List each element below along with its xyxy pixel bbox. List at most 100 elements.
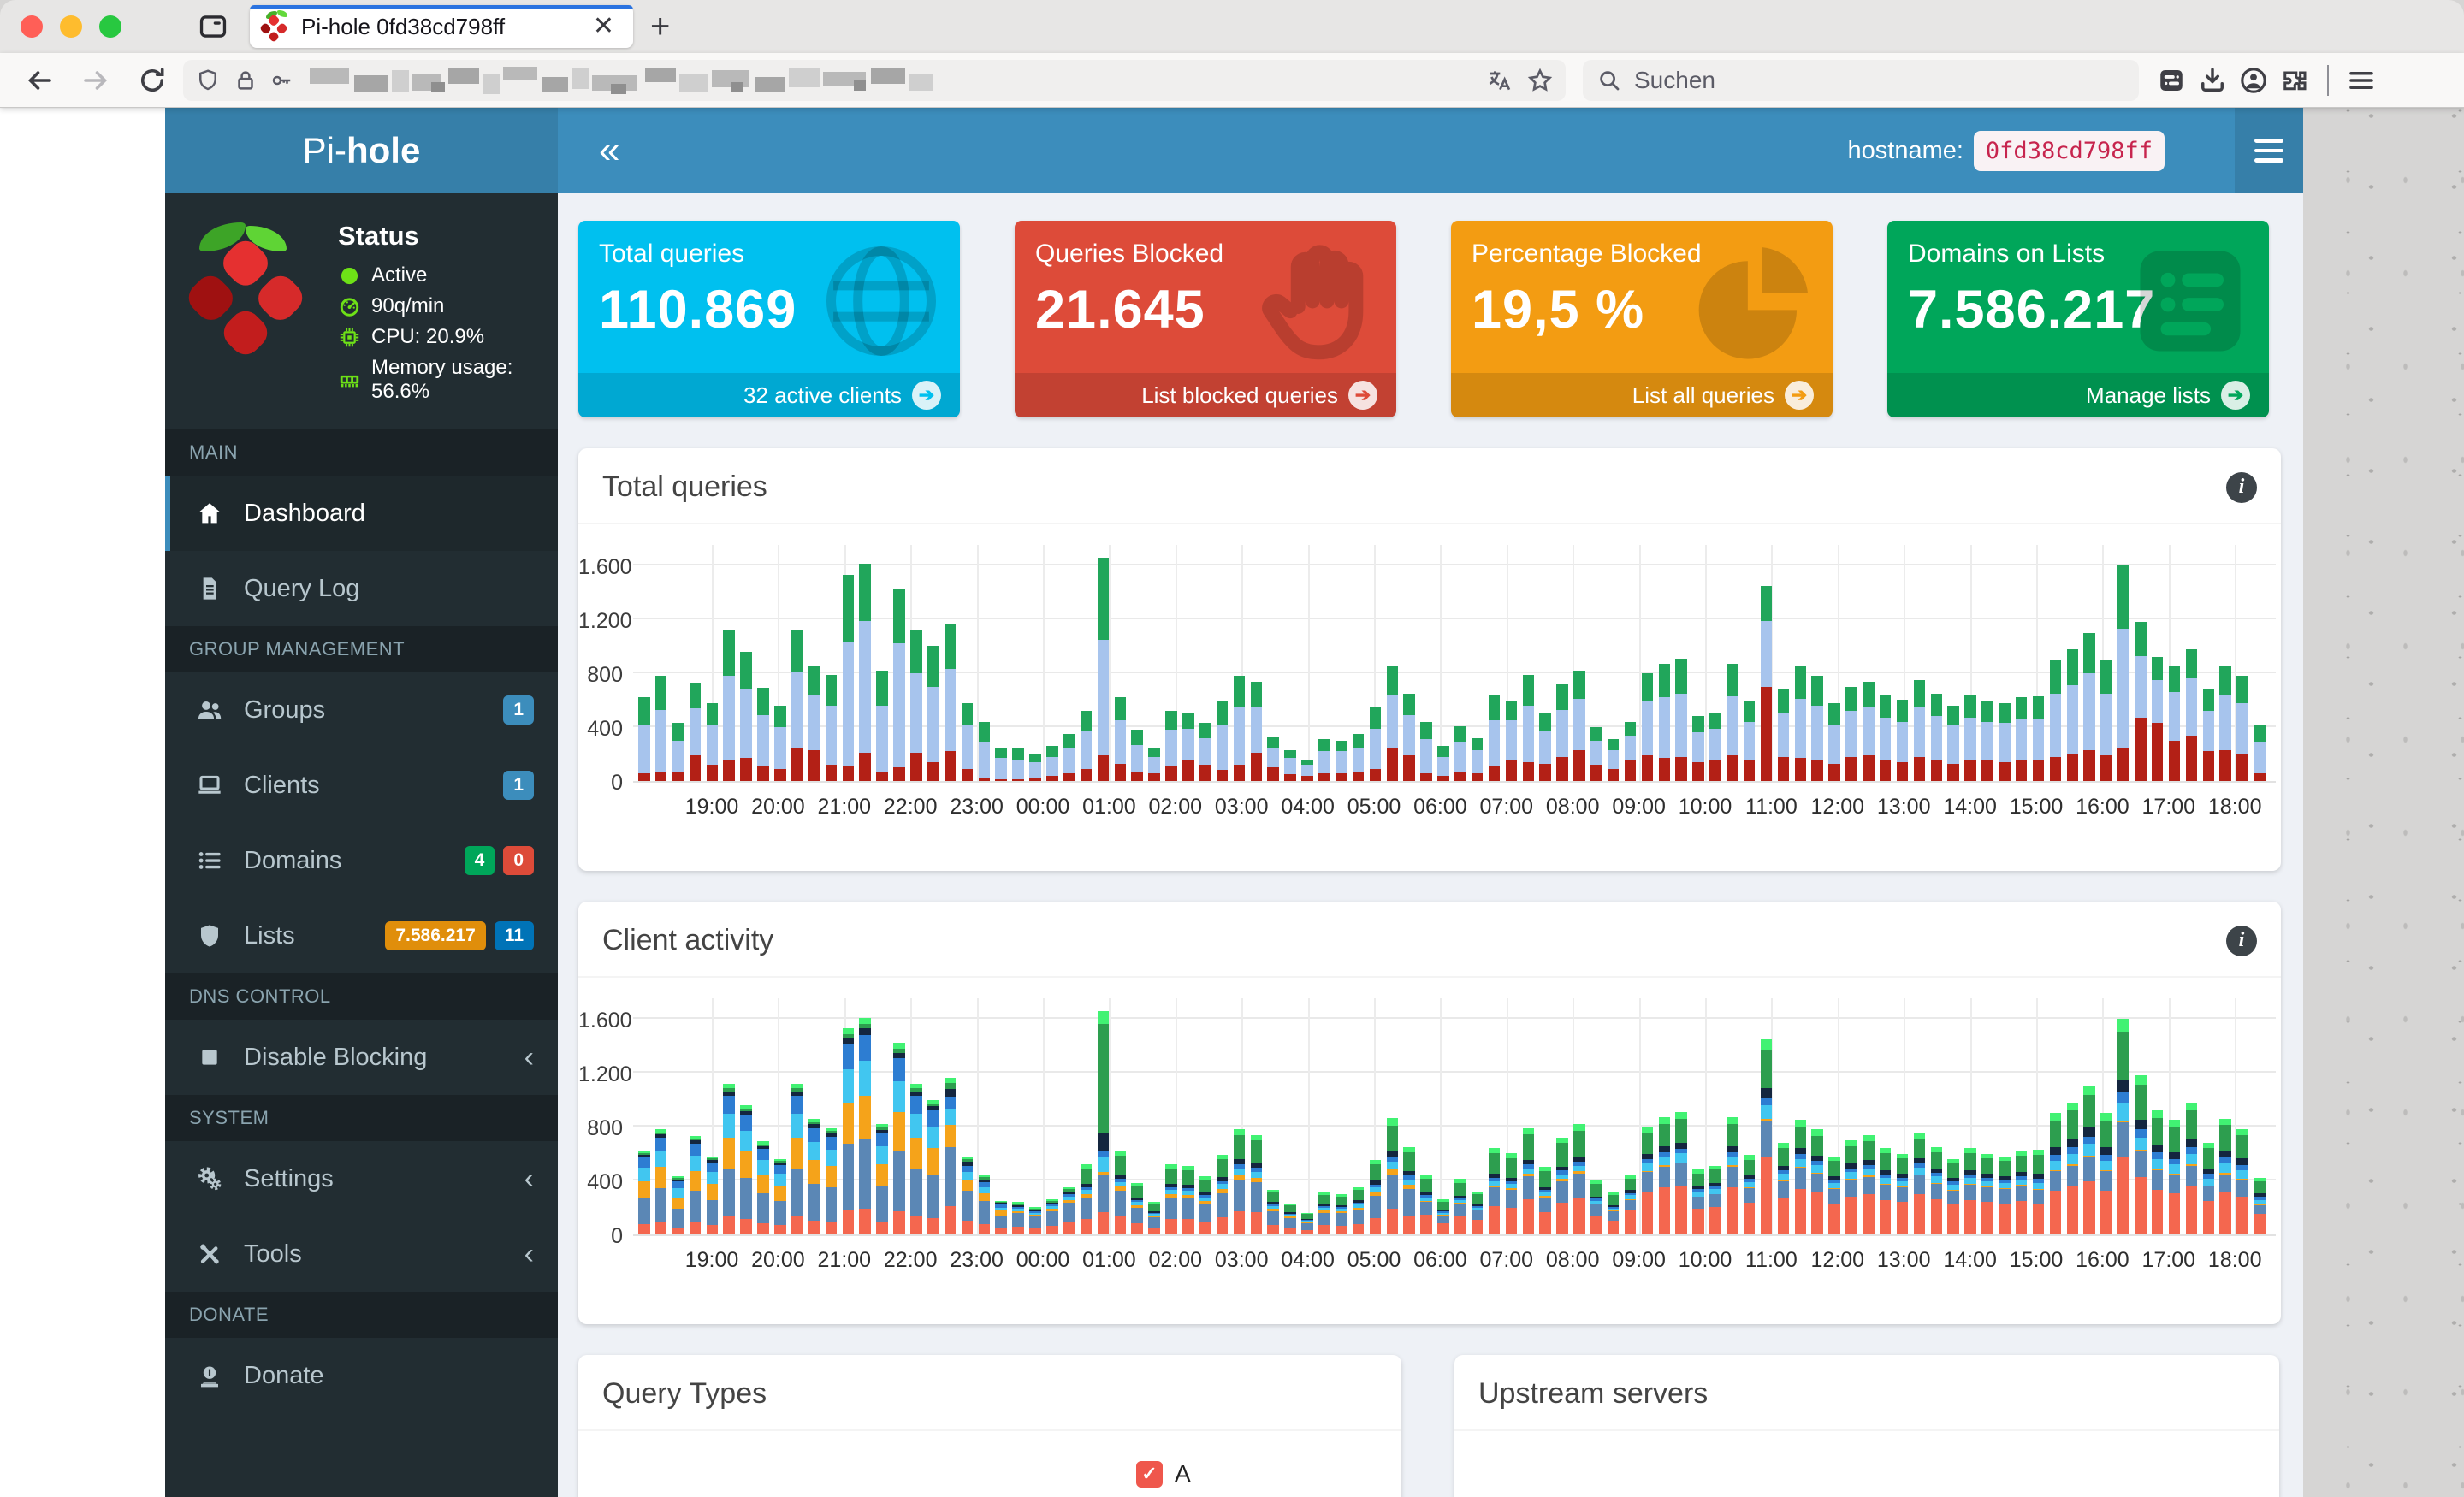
gears-icon xyxy=(196,1165,223,1192)
stacked-bar xyxy=(774,705,786,781)
stacked-bar xyxy=(2118,565,2129,781)
stacked-bar xyxy=(1233,1129,1246,1234)
stacked-bar xyxy=(927,646,939,781)
stacked-bar xyxy=(1913,679,1926,781)
top-navbar: « hostname: 0fd38cd798ff xyxy=(558,108,2303,193)
stacked-bar xyxy=(1420,1175,1432,1234)
search-bar[interactable] xyxy=(1583,59,2139,101)
stacked-bar xyxy=(1675,658,1687,781)
y-axis-tick: 800 xyxy=(587,1116,623,1140)
navbar-hamburger-icon[interactable] xyxy=(2235,108,2303,193)
stacked-bar xyxy=(927,1099,939,1234)
stacked-bar xyxy=(1964,695,1976,781)
minimize-window-button[interactable] xyxy=(60,15,82,38)
search-input[interactable] xyxy=(1634,66,2079,94)
arrow-right-icon: ➔ xyxy=(1348,381,1377,410)
card-footer-link[interactable]: 32 active clients ➔ xyxy=(578,373,960,417)
stacked-bar xyxy=(1403,693,1415,781)
card-footer-link[interactable]: Manage lists ➔ xyxy=(1887,373,2269,417)
browser-window: Pi-hole 0fd38cd798ff ✕ + Suchen Pi- hole… xyxy=(0,0,2464,1497)
stacked-bar xyxy=(1352,733,1365,781)
sidebar-item-tools[interactable]: Tools ‹ xyxy=(165,1216,558,1292)
client-activity-panel: Client activity i 0 400 800 1.200 1.600 19:00… xyxy=(578,902,2281,1324)
info-icon[interactable]: i xyxy=(2226,925,2257,956)
sidebar-item-domains[interactable]: Domains 4 0 xyxy=(165,823,558,898)
total-queries-panel: Total queries i 0 400 800 1.200 1.600 19:00 20… xyxy=(578,448,2281,871)
downloads-icon[interactable] xyxy=(2192,60,2233,101)
status-block: Status Active 90q/min CPU: 20.9% Memory usa… xyxy=(165,193,558,429)
stacked-bar xyxy=(1046,746,1058,781)
info-icon[interactable]: i xyxy=(2226,471,2257,503)
legend-item-A[interactable]: ✓ A xyxy=(1136,1460,1191,1488)
shield-icon[interactable] xyxy=(195,68,221,93)
card-footer-link[interactable]: List all queries ➔ xyxy=(1451,373,1833,417)
stacked-bar xyxy=(706,702,718,781)
stacked-bar xyxy=(1896,1153,1909,1234)
sidebar-item-dashboard[interactable]: Dashboard xyxy=(165,476,558,551)
bookmark-star-icon[interactable] xyxy=(1526,67,1554,94)
stacked-bar xyxy=(1573,1123,1585,1234)
stacked-bar xyxy=(961,1156,974,1234)
stacked-bar xyxy=(1777,689,1790,781)
zoom-window-button[interactable] xyxy=(99,15,121,38)
y-axis-tick: 1.600 xyxy=(578,555,632,579)
stacked-bar xyxy=(1709,712,1721,781)
stacked-bar xyxy=(1863,681,1875,781)
extensions-puzzle-icon[interactable] xyxy=(2274,60,2315,101)
stacked-bar xyxy=(1386,665,1398,781)
stacked-bar xyxy=(1675,1111,1687,1234)
stacked-bar xyxy=(944,1078,957,1234)
pihole-logo[interactable]: Pi-hole xyxy=(165,108,558,193)
sidebar-collapse-icon[interactable]: « xyxy=(599,132,619,169)
sidebar-item-donate[interactable]: Donate xyxy=(165,1338,558,1413)
search-icon xyxy=(1596,68,1622,93)
stacked-bar xyxy=(1896,700,1909,781)
tab-close-icon[interactable]: ✕ xyxy=(588,12,619,41)
stacked-bar xyxy=(1284,1203,1296,1234)
panel-title: Query Types xyxy=(602,1377,767,1410)
redacted-url xyxy=(310,62,960,99)
stacked-bar xyxy=(1692,716,1704,781)
reload-icon[interactable] xyxy=(132,60,173,101)
browser-tab[interactable]: Pi-hole 0fd38cd798ff ✕ xyxy=(250,5,633,48)
stacked-bar xyxy=(893,589,905,781)
stacked-bar xyxy=(1947,1158,1959,1234)
translate-icon[interactable] xyxy=(1485,67,1513,94)
stacked-bar xyxy=(1063,1186,1075,1234)
sidebar-item-lists[interactable]: Lists 7.586.217 11 xyxy=(165,898,558,973)
toolbar-divider xyxy=(2327,64,2329,96)
stacked-bar xyxy=(2015,1151,2028,1234)
stacked-bar xyxy=(1369,1160,1382,1234)
card-footer-link[interactable]: List blocked queries ➔ xyxy=(1015,373,1396,417)
stacked-bar xyxy=(791,630,803,781)
panel-title: Client activity xyxy=(602,924,774,956)
legend-checkbox[interactable]: ✓ xyxy=(1136,1460,1163,1488)
stacked-bar xyxy=(1658,663,1670,781)
stacked-bar xyxy=(2100,660,2112,781)
new-tab-button[interactable]: + xyxy=(650,9,670,44)
url-bar[interactable] xyxy=(183,59,1566,101)
sidebar-item-groups[interactable]: Groups 1 xyxy=(165,672,558,748)
sidebar-item-query-log[interactable]: Query Log xyxy=(165,551,558,626)
stacked-bar xyxy=(1046,1199,1058,1234)
sidebar-item-clients[interactable]: Clients 1 xyxy=(165,748,558,823)
stacked-bar xyxy=(1505,700,1518,781)
stacked-bar xyxy=(1420,721,1432,781)
y-axis-tick: 0 xyxy=(611,1224,623,1248)
stacked-bar xyxy=(1386,1118,1398,1234)
count-badge: 0 xyxy=(503,846,534,875)
firefox-view-icon[interactable] xyxy=(197,10,229,43)
sidebar-item-settings[interactable]: Settings ‹ xyxy=(165,1141,558,1216)
hostname-value: 0fd38cd798ff xyxy=(1973,130,2165,171)
close-window-button[interactable] xyxy=(21,15,43,38)
sidebar-item-label: Settings xyxy=(244,1164,334,1192)
lock-icon[interactable] xyxy=(233,68,258,93)
back-icon[interactable] xyxy=(19,60,60,101)
sidebar-item-disable-blocking[interactable]: Disable Blocking ‹ xyxy=(165,1020,558,1095)
library-icon[interactable] xyxy=(2151,60,2192,101)
stacked-bar xyxy=(2032,1149,2045,1234)
account-icon[interactable] xyxy=(2233,60,2274,101)
stacked-bar xyxy=(723,1083,735,1234)
stacked-bar xyxy=(1777,1142,1790,1234)
menu-hamburger-icon[interactable] xyxy=(2341,60,2382,101)
